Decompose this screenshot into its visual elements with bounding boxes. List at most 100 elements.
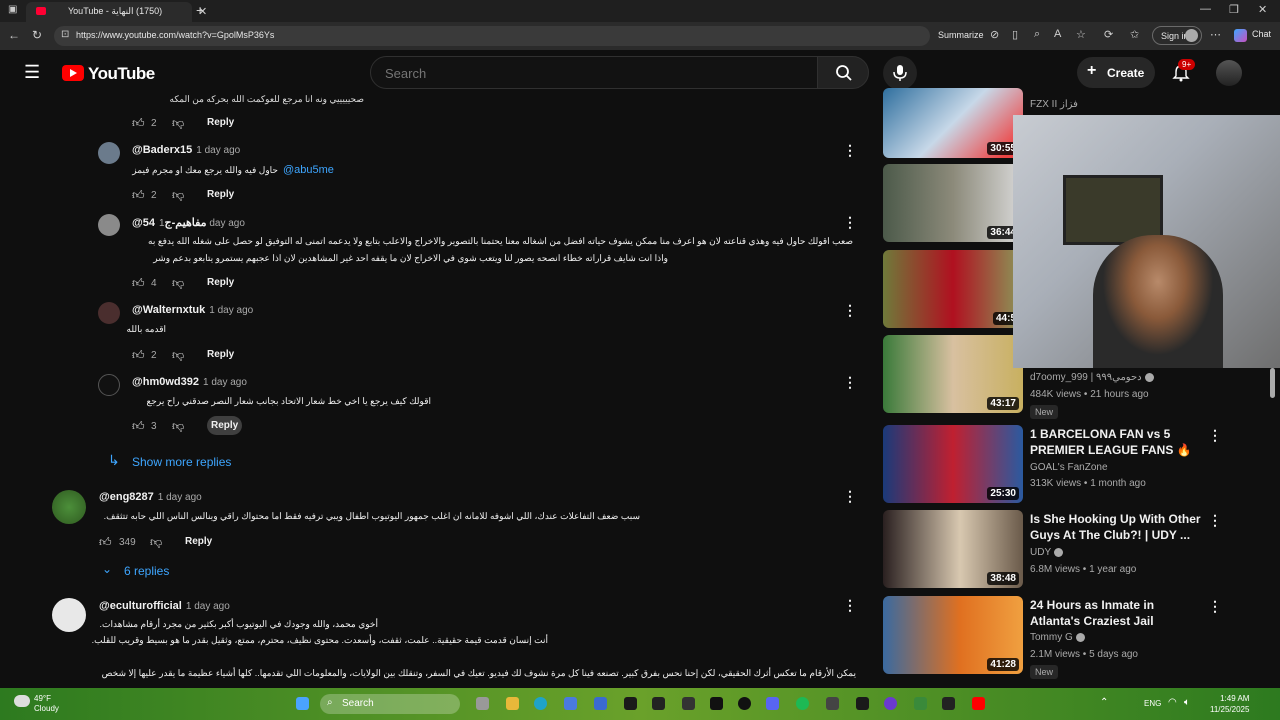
dislike-icon[interactable]: 👎︎: [172, 419, 184, 434]
app-icon[interactable]: [884, 697, 897, 710]
youtube-taskbar-icon[interactable]: [972, 697, 985, 710]
app-icon[interactable]: [710, 697, 723, 710]
chevron-down-icon[interactable]: ⌄: [102, 562, 112, 576]
discord-icon[interactable]: [766, 697, 779, 710]
app-icon[interactable]: [624, 697, 637, 710]
back-icon[interactable]: ←: [8, 28, 20, 42]
avatar[interactable]: [98, 374, 120, 396]
comment-author[interactable]: @eculturofficial 1 day ago: [99, 600, 230, 612]
menu-icon[interactable]: ☰: [24, 63, 40, 81]
search-input[interactable]: [385, 66, 805, 81]
reply-button[interactable]: Reply: [185, 536, 212, 547]
comment-author[interactable]: @مفاهيم-ج541 day ago: [132, 216, 245, 229]
favorite-icon[interactable]: ☆: [1076, 28, 1086, 41]
youtube-logo-text[interactable]: YouTube: [88, 64, 155, 84]
language-indicator[interactable]: ENG: [1144, 699, 1161, 708]
start-icon[interactable]: [296, 697, 309, 710]
volume-icon[interactable]: 🔈︎: [1184, 697, 1190, 708]
video-thumbnail[interactable]: 36:44: [883, 164, 1023, 242]
voice-search-button[interactable]: [883, 56, 917, 90]
account-avatar[interactable]: [1216, 60, 1242, 86]
comment-author[interactable]: @eng8287 1 day ago: [99, 491, 202, 503]
video-channel[interactable]: Tommy G: [1030, 632, 1085, 643]
video-menu-icon[interactable]: ⋮: [1208, 598, 1222, 615]
split-icon[interactable]: ▯: [1012, 28, 1018, 41]
video-channel[interactable]: UDY: [1030, 547, 1064, 558]
comment-menu-icon[interactable]: ⋮: [843, 597, 857, 614]
chat-button[interactable]: Chat: [1252, 29, 1271, 39]
comment-author[interactable]: @hm0wd392 1 day ago: [132, 376, 247, 388]
avatar[interactable]: [98, 214, 120, 236]
store-icon[interactable]: [564, 697, 577, 710]
task-view-icon[interactable]: [476, 697, 489, 710]
new-tab-icon[interactable]: +: [196, 2, 204, 18]
create-button[interactable]: + Create: [1077, 57, 1155, 88]
more-icon[interactable]: ⋯: [1210, 28, 1221, 41]
like-icon[interactable]: 👍︎: [132, 419, 145, 434]
app-icon[interactable]: [856, 697, 869, 710]
zoom-icon[interactable]: ⌕: [1034, 28, 1040, 41]
show-more-replies-arrow-icon[interactable]: ↳: [108, 452, 120, 469]
video-thumbnail[interactable]: 25:30: [883, 425, 1023, 503]
dislike-icon[interactable]: 👎︎: [172, 348, 184, 363]
video-menu-icon[interactable]: ⋮: [1208, 512, 1222, 529]
weather-icon[interactable]: [14, 695, 30, 707]
reply-button[interactable]: Reply: [207, 277, 234, 288]
video-thumbnail[interactable]: 44:5: [883, 250, 1023, 328]
url-field[interactable]: ⊡ https://www.youtube.com/watch?v=GpolMs…: [54, 26, 984, 46]
read-aloud-icon[interactable]: A: [1054, 28, 1061, 40]
dislike-icon[interactable]: 👎︎: [150, 535, 162, 550]
video-channel[interactable]: FZX II فزاز: [1030, 99, 1078, 110]
system-clock[interactable]: 1:49 AM 11/25/2025: [1210, 693, 1249, 715]
video-title[interactable]: 24 Hours as Inmate in Atlanta's Craziest…: [1030, 597, 1206, 629]
like-icon[interactable]: 👍︎: [99, 535, 112, 550]
wifi-icon[interactable]: ◠: [1168, 697, 1177, 708]
app-icon[interactable]: [826, 697, 839, 710]
sign-in-button[interactable]: Sign in: [1152, 26, 1202, 45]
dislike-icon[interactable]: 👎︎: [172, 276, 184, 291]
window-close-icon[interactable]: ✕: [1258, 3, 1267, 16]
tray-chevron-icon[interactable]: ⌃: [1100, 697, 1108, 708]
copilot-icon[interactable]: [1234, 29, 1247, 42]
app-icon[interactable]: [796, 697, 809, 710]
app-icon[interactable]: [682, 697, 695, 710]
search-box[interactable]: [370, 56, 818, 89]
video-thumbnail[interactable]: 41:28: [883, 596, 1023, 674]
reply-button[interactable]: Reply: [207, 117, 234, 128]
site-info-icon[interactable]: ⊡: [61, 29, 69, 40]
comment-author[interactable]: @Walternxtuk 1 day ago: [132, 304, 253, 316]
video-channel[interactable]: d7oomy_999 | دحومي٩٩٩: [1030, 372, 1154, 383]
like-icon[interactable]: 👍︎: [132, 116, 145, 131]
sync-icon[interactable]: ⟳: [1104, 28, 1113, 41]
refresh-icon[interactable]: ↻: [32, 28, 42, 42]
like-icon[interactable]: 👍︎: [132, 276, 145, 291]
view-replies-button[interactable]: 6 replies: [124, 564, 169, 578]
avatar[interactable]: [98, 142, 120, 164]
mention-link[interactable]: @abu5me: [283, 164, 334, 176]
collections-icon[interactable]: ✩: [1130, 28, 1139, 41]
video-title[interactable]: 1 BARCELONA FAN vs 5 PREMIER LEAGUE FANS…: [1030, 426, 1206, 458]
dislike-icon[interactable]: 👎︎: [172, 188, 184, 203]
show-more-replies-button[interactable]: Show more replies: [132, 455, 231, 469]
app-icon[interactable]: [914, 697, 927, 710]
like-icon[interactable]: 👍︎: [132, 348, 145, 363]
file-explorer-icon[interactable]: [506, 697, 519, 710]
comment-menu-icon[interactable]: ⋮: [843, 214, 857, 231]
comment-menu-icon[interactable]: ⋮: [843, 142, 857, 159]
app-icon[interactable]: [738, 697, 751, 710]
comment-menu-icon[interactable]: ⋮: [843, 302, 857, 319]
summarize-button[interactable]: Summarize: [938, 30, 984, 40]
edge-icon[interactable]: [534, 697, 547, 710]
minimize-icon[interactable]: —: [1200, 3, 1211, 15]
comment-author[interactable]: @Baderx15 1 day ago: [132, 144, 240, 156]
avatar[interactable]: [52, 490, 86, 524]
video-channel[interactable]: GOAL's FanZone: [1030, 462, 1108, 473]
reply-button[interactable]: Reply: [207, 349, 234, 360]
comment-menu-icon[interactable]: ⋮: [843, 374, 857, 391]
app-icon[interactable]: [594, 697, 607, 710]
search-button[interactable]: [817, 56, 869, 89]
like-icon[interactable]: 👍︎: [132, 188, 145, 203]
reply-button[interactable]: Reply: [207, 416, 243, 435]
avatar[interactable]: [52, 598, 86, 632]
reply-button[interactable]: Reply: [207, 189, 234, 200]
